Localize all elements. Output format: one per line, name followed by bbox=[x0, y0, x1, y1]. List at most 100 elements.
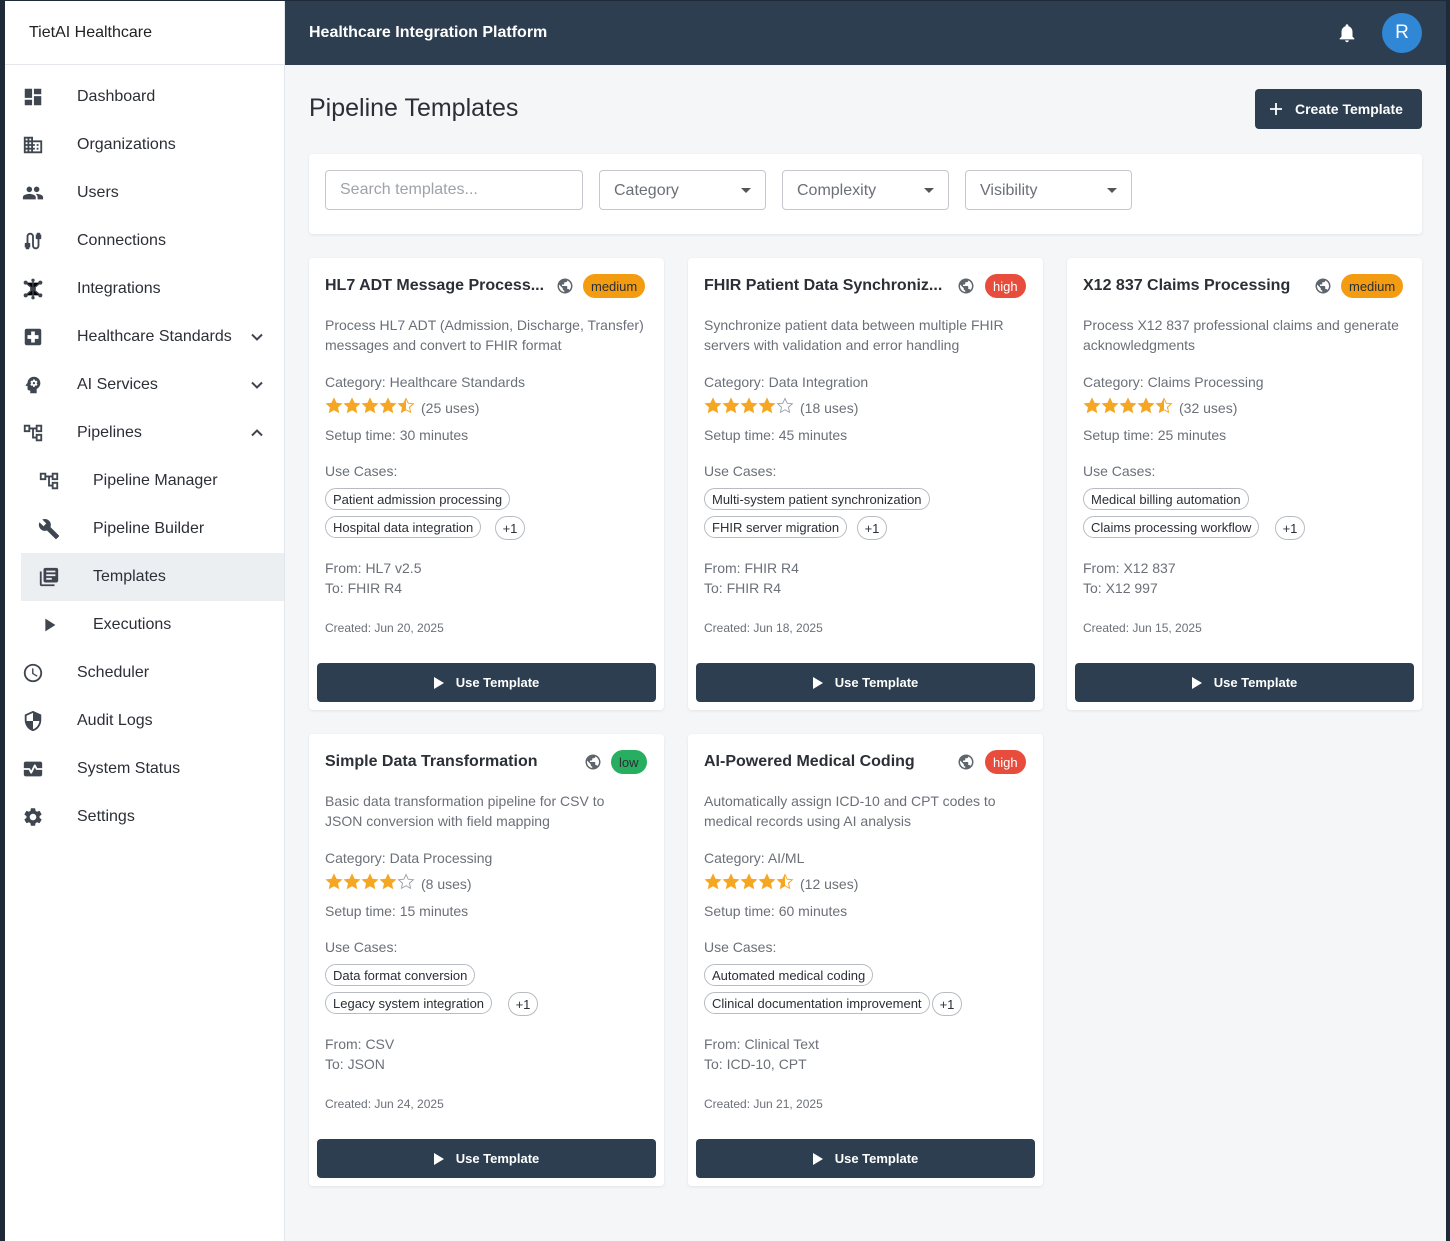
create-template-label: Create Template bbox=[1295, 101, 1403, 117]
sidebar-item-connections[interactable]: Connections bbox=[21, 217, 284, 265]
template-category: Category: AI/ML bbox=[704, 850, 805, 866]
created-date: Created: Jun 21, 2025 bbox=[704, 1097, 823, 1111]
stars bbox=[704, 396, 794, 420]
use-case-chip: Hospital data integration bbox=[325, 516, 482, 538]
template-card: X12 837 Claims Processing medium Process… bbox=[1067, 258, 1422, 710]
sidebar-item-dashboard[interactable]: Dashboard bbox=[21, 73, 284, 121]
target-format: To: ICD-10, CPT bbox=[704, 1056, 807, 1072]
sidebar-item-ai-services[interactable]: AI Services bbox=[21, 361, 284, 409]
sidebar-item-pipeline-manager[interactable]: Pipeline Manager bbox=[21, 457, 284, 505]
pipeline-icon bbox=[23, 424, 43, 442]
globe-icon bbox=[958, 278, 974, 294]
complexity-badge: medium bbox=[583, 274, 646, 298]
template-card: Simple Data Transformation low Basic dat… bbox=[309, 734, 664, 1186]
star-full-icon bbox=[1119, 396, 1137, 413]
source-format: From: HL7 v2.5 bbox=[325, 560, 422, 576]
star-full-icon bbox=[704, 396, 722, 413]
play-icon bbox=[812, 1152, 823, 1165]
star-full-icon bbox=[361, 396, 379, 413]
use-template-button[interactable]: Use Template bbox=[696, 663, 1035, 702]
sidebar-item-label: Settings bbox=[77, 808, 135, 825]
star-full-icon bbox=[740, 396, 758, 413]
brain-icon bbox=[25, 376, 41, 394]
visibility-select[interactable]: Visibility bbox=[965, 170, 1132, 210]
star-full-icon bbox=[758, 396, 776, 413]
gear-icon bbox=[24, 808, 42, 826]
dropdown-arrow-icon bbox=[741, 188, 751, 193]
setup-time: Setup time: 60 minutes bbox=[704, 903, 848, 919]
star-full-icon bbox=[740, 872, 758, 889]
use-case-chip: Medical billing automation bbox=[1083, 488, 1249, 510]
source-format: From: CSV bbox=[325, 1036, 395, 1052]
more-use-cases-chip[interactable]: +1 bbox=[508, 992, 538, 1016]
avatar[interactable]: R bbox=[1382, 13, 1422, 53]
star-full-icon bbox=[722, 872, 740, 889]
star-empty-icon bbox=[397, 872, 415, 889]
star-rating: (32 uses) bbox=[1083, 396, 1237, 418]
template-description: Automatically assign ICD-10 and CPT code… bbox=[704, 793, 996, 829]
sidebar: TietAI Healthcare Dashboard Organization… bbox=[5, 1, 285, 1241]
star-full-icon bbox=[1101, 396, 1119, 413]
star-half-icon bbox=[776, 872, 794, 889]
medical-plus-icon bbox=[24, 328, 42, 346]
play-icon bbox=[433, 676, 444, 689]
use-template-button[interactable]: Use Template bbox=[1075, 663, 1414, 702]
sidebar-item-executions[interactable]: Executions bbox=[21, 601, 284, 649]
more-use-cases-chip[interactable]: +1 bbox=[1275, 516, 1305, 540]
use-template-button[interactable]: Use Template bbox=[317, 1139, 656, 1178]
more-use-cases-chip[interactable]: +1 bbox=[932, 992, 962, 1016]
template-card: FHIR Patient Data Synchroniz... high Syn… bbox=[688, 258, 1043, 710]
use-template-button[interactable]: Use Template bbox=[317, 663, 656, 702]
use-case-chip: Clinical documentation improvement bbox=[704, 992, 930, 1014]
use-case-chip: Legacy system integration bbox=[325, 992, 493, 1014]
more-use-cases-chip[interactable]: +1 bbox=[495, 516, 525, 540]
play-icon bbox=[812, 676, 823, 689]
more-use-cases-chip[interactable]: +1 bbox=[857, 516, 887, 540]
star-full-icon bbox=[343, 396, 361, 413]
stars bbox=[325, 396, 415, 420]
play-icon bbox=[45, 618, 56, 632]
use-template-label: Use Template bbox=[1213, 675, 1298, 690]
category-select[interactable]: Category bbox=[599, 170, 766, 210]
sidebar-item-scheduler[interactable]: Scheduler bbox=[21, 649, 284, 697]
usage-count: (25 uses) bbox=[421, 400, 480, 416]
globe-icon bbox=[1315, 278, 1331, 294]
sidebar-item-label: AI Services bbox=[77, 376, 158, 393]
sidebar-item-healthcare-standards[interactable]: Healthcare Standards bbox=[21, 313, 284, 361]
usage-count: (12 uses) bbox=[800, 876, 859, 892]
sidebar-item-label: Organizations bbox=[77, 136, 176, 153]
sidebar-item-users[interactable]: Users bbox=[21, 169, 284, 217]
chevron-up-icon bbox=[251, 429, 263, 437]
sidebar-item-integrations[interactable]: Integrations bbox=[21, 265, 284, 313]
monitor-heart-icon bbox=[23, 761, 43, 777]
star-rating: (8 uses) bbox=[325, 872, 472, 894]
star-full-icon bbox=[343, 872, 361, 889]
template-description: Synchronize patient data between multipl… bbox=[704, 317, 1004, 353]
pipeline-icon bbox=[39, 472, 59, 490]
globe-icon bbox=[585, 754, 601, 770]
sidebar-item-system-status[interactable]: System Status bbox=[21, 745, 284, 793]
complexity-select[interactable]: Complexity bbox=[782, 170, 949, 210]
use-cases-label: Use Cases: bbox=[704, 463, 777, 479]
star-empty-icon bbox=[776, 396, 794, 413]
template-description: Process X12 837 professional claims and … bbox=[1083, 317, 1399, 353]
search-input[interactable] bbox=[325, 170, 583, 210]
sidebar-item-pipeline-builder[interactable]: Pipeline Builder bbox=[21, 505, 284, 553]
hub-icon bbox=[23, 278, 43, 300]
sidebar-item-audit-logs[interactable]: Audit Logs bbox=[21, 697, 284, 745]
star-rating: (18 uses) bbox=[704, 396, 858, 420]
sidebar-item-settings[interactable]: Settings bbox=[21, 793, 284, 841]
sidebar-item-pipelines[interactable]: Pipelines bbox=[21, 409, 284, 457]
sidebar-item-templates[interactable]: Templates bbox=[21, 553, 284, 601]
bell-icon[interactable] bbox=[1336, 22, 1358, 44]
template-title: HL7 ADT Message Process... bbox=[325, 277, 545, 294]
use-case-chip: Claims processing workflow bbox=[1083, 516, 1260, 538]
star-full-icon bbox=[722, 396, 740, 413]
sidebar-item-organizations[interactable]: Organizations bbox=[21, 121, 284, 169]
sidebar-item-label: Pipelines bbox=[77, 424, 142, 441]
create-template-button[interactable]: Create Template bbox=[1255, 89, 1422, 129]
setup-time: Setup time: 45 minutes bbox=[704, 427, 848, 443]
star-full-icon bbox=[704, 872, 722, 889]
use-template-button[interactable]: Use Template bbox=[696, 1139, 1035, 1178]
sidebar-item-label: Audit Logs bbox=[77, 712, 153, 729]
